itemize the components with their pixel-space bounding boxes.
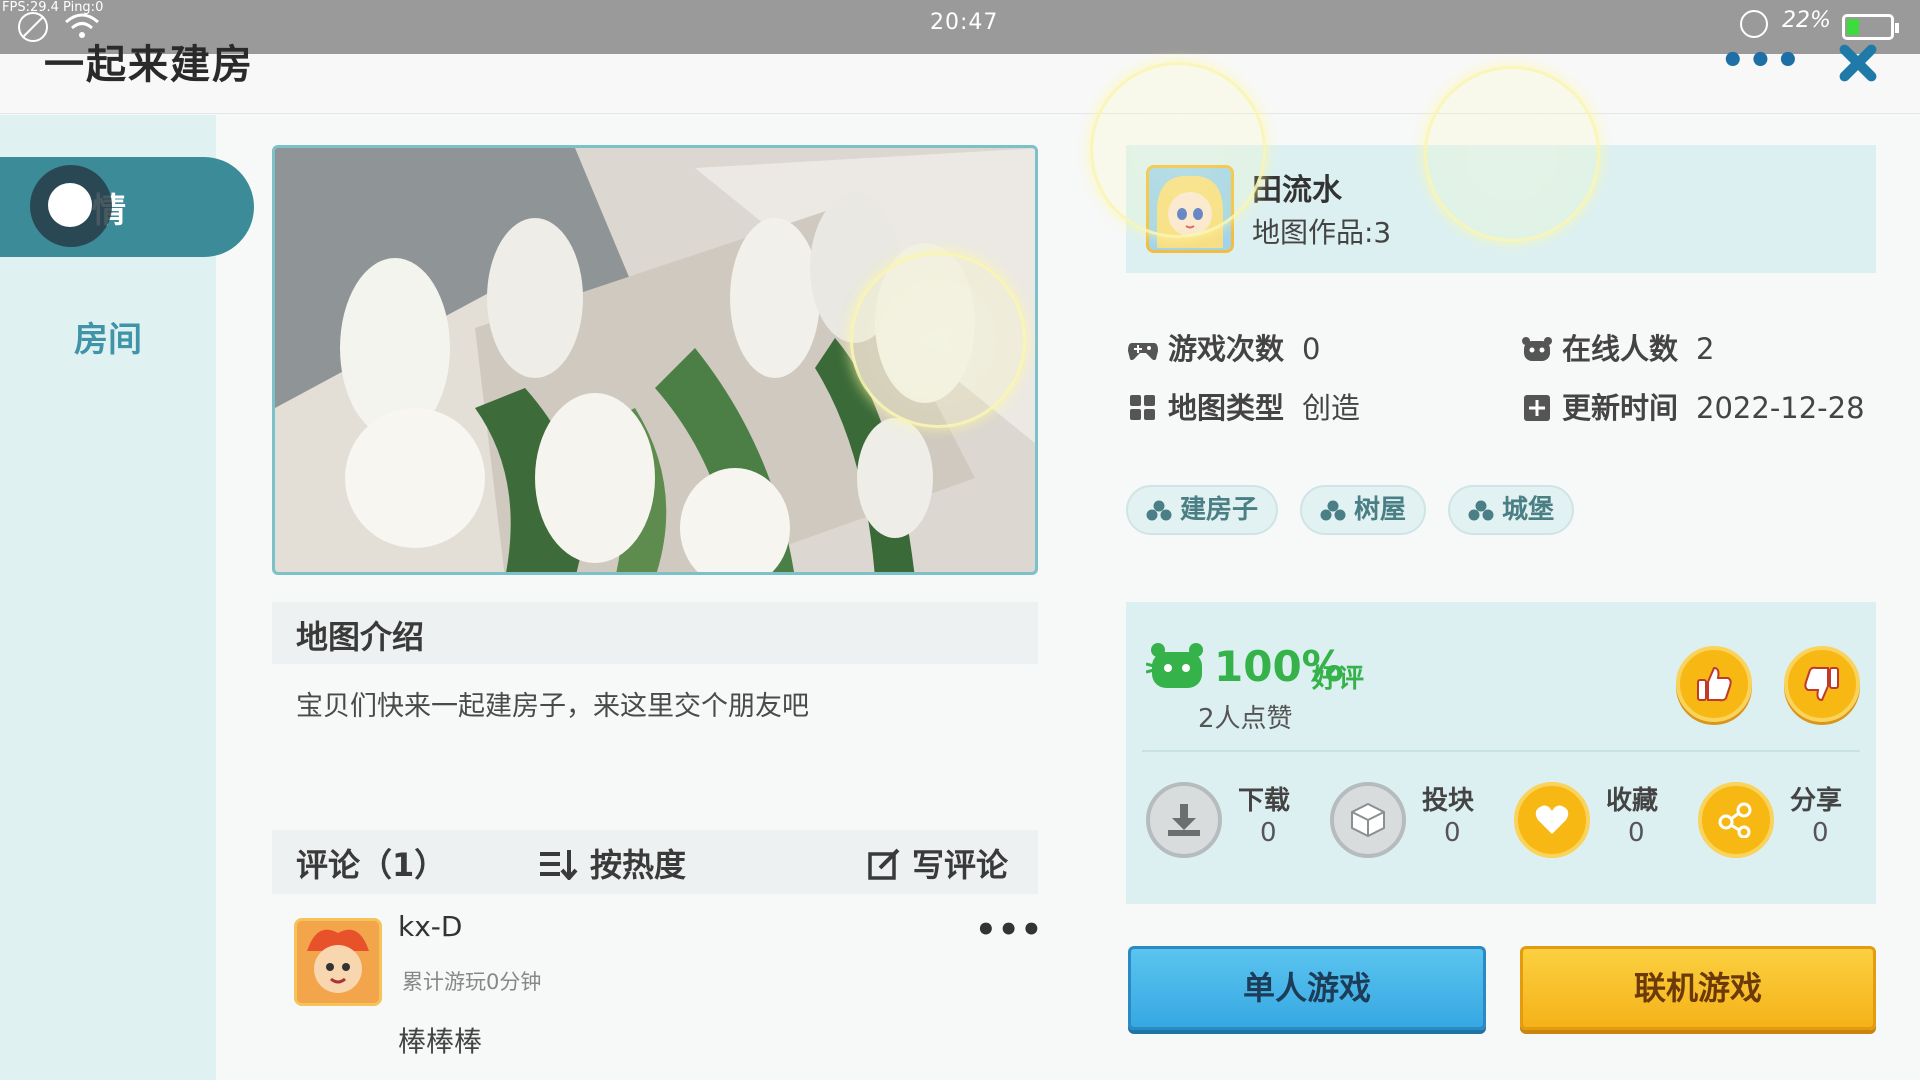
sidebar: 情 房间	[0, 115, 254, 1080]
sort-by-popularity-button[interactable]: 按热度	[540, 840, 686, 886]
close-icon[interactable]	[1830, 36, 1886, 92]
action-label: 投块	[1422, 786, 1475, 816]
online-users-icon	[1522, 335, 1552, 363]
rating-panel: 100% 好评 2人点赞 下载 0 投块 0 收藏 0 分享 0	[1126, 602, 1876, 904]
write-comment-button[interactable]: 写评论	[868, 840, 1008, 886]
edit-icon	[868, 848, 902, 880]
battery-percent: 22%	[1782, 8, 1831, 33]
tag-chip[interactable]: 建房子	[1126, 485, 1279, 535]
map-intro-title: 地图介绍	[296, 618, 425, 656]
comments-title: 评论（1）	[296, 846, 447, 884]
likes-count: 2人点赞	[1198, 704, 1293, 734]
stat-value: 0	[1302, 332, 1321, 366]
sort-icon	[540, 848, 580, 882]
download-action[interactable]: 下载 0	[1146, 778, 1316, 862]
sort-label: 按热度	[590, 846, 687, 884]
stat-map-type: 地图类型 创造	[1128, 385, 1360, 427]
download-icon[interactable]	[1146, 782, 1222, 858]
tag-label: 建房子	[1180, 495, 1259, 525]
action-count: 0	[1812, 818, 1829, 848]
block-icon[interactable]	[1330, 782, 1406, 858]
thumbs-down-icon	[1804, 666, 1839, 702]
comments-header: 评论（1） 按热度 写评论	[272, 830, 1038, 894]
stat-value: 2022-12-28	[1696, 391, 1865, 425]
author-card[interactable]: 田流水 地图作品:3	[1126, 145, 1876, 273]
grid-icon	[1128, 394, 1158, 422]
cluster-icon	[1146, 500, 1172, 521]
battery-fill	[1847, 19, 1859, 35]
map-intro-header: 地图介绍	[272, 602, 1038, 664]
comment-more-button[interactable]: •••	[975, 910, 1043, 950]
status-bar: FPS:29.4 Ping:0 20:47 22%	[0, 0, 1920, 54]
tag-label: 树屋	[1354, 495, 1407, 525]
author-avatar[interactable]	[1146, 165, 1234, 253]
comment-username[interactable]: kx-D	[398, 910, 462, 943]
title-bar: 一起来建房 •••	[0, 41, 1920, 114]
share-icon[interactable]	[1698, 782, 1774, 858]
page-title: 一起来建房	[44, 42, 254, 88]
map-intro-text: 宝贝们快来一起建房子，来这里交个朋友吧	[296, 691, 809, 722]
author-works-count: 地图作品:3	[1252, 216, 1392, 249]
thumbs-up-button[interactable]	[1676, 646, 1752, 722]
map-preview-image[interactable]	[272, 145, 1038, 575]
stat-updated-time: 更新时间 2022-12-28	[1522, 385, 1865, 427]
gamepad-icon	[1128, 335, 1158, 363]
action-label: 收藏	[1606, 786, 1659, 816]
favorite-action[interactable]: 收藏 0	[1514, 778, 1684, 862]
clock-time: 20:47	[930, 10, 999, 35]
action-label: 分享	[1790, 786, 1843, 816]
tag-label: 城堡	[1502, 495, 1555, 525]
cluster-icon	[1320, 500, 1346, 521]
author-name: 田流水	[1252, 173, 1342, 208]
comment-text: 棒棒棒	[398, 1025, 483, 1058]
touch-indicator	[30, 165, 112, 247]
stat-label: 地图类型	[1168, 391, 1285, 425]
more-options-button[interactable]: •••	[1720, 41, 1801, 84]
heart-icon[interactable]	[1514, 782, 1590, 858]
sidebar-item-details[interactable]: 情	[0, 157, 254, 257]
tag-chip[interactable]: 树屋	[1300, 485, 1427, 535]
thumbs-down-button[interactable]	[1784, 646, 1860, 722]
plus-box-icon	[1522, 394, 1552, 422]
thumbs-up-icon	[1697, 666, 1732, 702]
stat-value: 2	[1696, 332, 1715, 366]
tag-chip[interactable]: 城堡	[1448, 485, 1575, 535]
vote-block-action[interactable]: 投块 0	[1330, 778, 1500, 862]
action-count: 0	[1628, 818, 1645, 848]
action-label: 下载	[1238, 786, 1291, 816]
stat-label: 游戏次数	[1168, 332, 1285, 366]
multiplayer-button[interactable]: 联机游戏	[1520, 946, 1876, 1030]
stat-online-count: 在线人数 2	[1522, 326, 1714, 368]
panel-divider	[1142, 750, 1860, 752]
sidebar-item-rooms[interactable]: 房间	[0, 295, 216, 385]
action-count: 0	[1260, 818, 1277, 848]
write-comment-label: 写评论	[912, 846, 1009, 884]
stat-label: 更新时间	[1562, 391, 1679, 425]
tulip-photo	[275, 148, 1035, 572]
alarm-icon	[1740, 10, 1768, 38]
stat-value: 创造	[1302, 391, 1361, 425]
rating-good-label: 好评	[1312, 664, 1365, 694]
good-rating-mascot-icon	[1146, 643, 1203, 688]
share-action[interactable]: 分享 0	[1698, 778, 1868, 862]
stat-play-count: 游戏次数 0	[1128, 326, 1320, 368]
comment-playtime: 累计游玩0分钟	[402, 970, 542, 994]
comment-user-avatar[interactable]	[294, 918, 382, 1006]
cluster-icon	[1468, 500, 1494, 521]
stat-label: 在线人数	[1562, 332, 1679, 366]
action-count: 0	[1444, 818, 1461, 848]
single-player-button[interactable]: 单人游戏	[1128, 946, 1486, 1030]
